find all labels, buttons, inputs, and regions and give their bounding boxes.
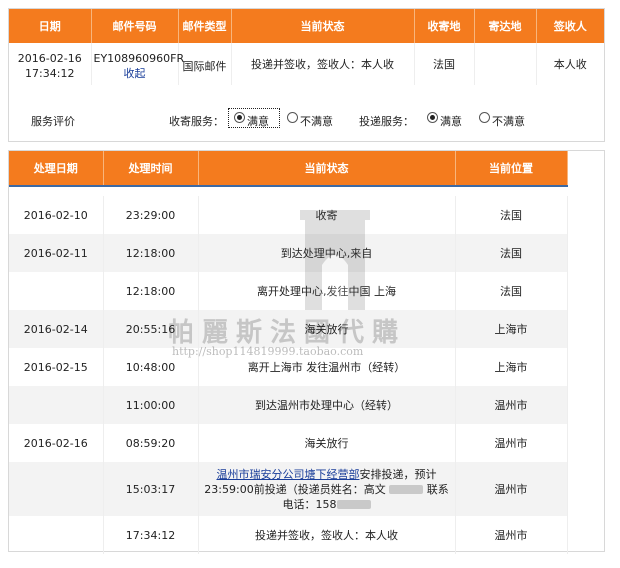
deliver-service-label: 投递服务：: [359, 115, 414, 128]
collect-unsatisfied-radio[interactable]: [287, 112, 298, 123]
redacted-phone: [336, 500, 371, 509]
header-current-location: 当前位置: [455, 151, 568, 187]
row-date: 2016-02-16: [9, 424, 104, 462]
header-date: 日期: [9, 9, 92, 43]
row-time: 12:18:00: [103, 272, 199, 310]
rating-label: 服务评价: [31, 115, 75, 128]
tracking-table: 处理日期 处理时间 当前状态 当前位置 2016-02-10 23:29:00 …: [9, 151, 604, 554]
header-signer: 签收人: [536, 9, 604, 43]
row-status: 投递并签收，签收人：本人收: [198, 516, 456, 554]
summary-mail-type: 国际邮件: [178, 43, 232, 85]
collect-service-label: 收寄服务：: [169, 115, 224, 128]
row-status: 离开处理中心,发往中国 上海: [198, 272, 456, 310]
row-location: 温州市: [455, 462, 568, 516]
header-process-date: 处理日期: [9, 151, 104, 187]
summary-signer: 本人收: [553, 57, 587, 71]
row-date: 2016-02-11: [9, 234, 104, 272]
summary-date: 2016-02-16 17:34:12: [9, 43, 92, 85]
tracking-row: 15:03:17 温州市瑞安分公司塘下经营部安排投递，预计23:59:00前投递…: [9, 462, 604, 516]
header-mail-type: 邮件类型: [178, 9, 232, 43]
row-location: 上海市: [455, 310, 568, 348]
row-time: 10:48:00: [103, 348, 199, 386]
collect-satisfied-label[interactable]: 满意: [247, 113, 269, 129]
row-location: 法国: [455, 272, 568, 310]
header-origin: 收寄地: [414, 9, 475, 43]
collapse-link[interactable]: 收起: [94, 66, 176, 81]
row-date: [9, 386, 104, 424]
tracking-row: 2016-02-16 08:59:20 海关放行 温州市: [9, 424, 604, 462]
header-process-time: 处理时间: [103, 151, 199, 187]
row-time: 23:29:00: [103, 196, 199, 234]
row-location: 温州市: [455, 386, 568, 424]
row-status: 到达处理中心,来自: [198, 234, 456, 272]
service-rating-row: 服务评价 收寄服务： 满意 不满意 投递服务： 满意 不满意: [9, 106, 604, 132]
mail-summary-table: 日期 邮件号码 邮件类型 当前状态 收寄地 寄达地 签收人 2016-02-16…: [9, 9, 604, 85]
summary-status: 投递并签收，签收人：本人收: [231, 43, 415, 85]
row-status: 温州市瑞安分公司塘下经营部安排投递，预计23:59:00前投递（投递员姓名：高文…: [198, 462, 456, 516]
header-status: 当前状态: [231, 9, 415, 43]
deliver-unsatisfied-radio[interactable]: [479, 112, 490, 123]
row-location: 法国: [455, 196, 568, 234]
row-time: 20:55:16: [103, 310, 199, 348]
summary-mail-no-cell: EY108960960FR 收起: [91, 43, 185, 85]
row-time: 17:34:12: [103, 516, 199, 554]
tracking-row: 12:18:00 离开处理中心,发往中国 上海 法国: [9, 272, 604, 310]
tracking-row: 11:00:00 到达温州市处理中心（经转） 温州市: [9, 386, 604, 424]
tracking-row: 2016-02-14 20:55:16 海关放行 上海市: [9, 310, 604, 348]
row-status: 海关放行: [198, 424, 456, 462]
tracking-row: 2016-02-15 10:48:00 离开上海市 发往温州市（经转） 上海市: [9, 348, 604, 386]
row-time: 15:03:17: [103, 462, 199, 516]
header-mail-no: 邮件号码: [91, 9, 179, 43]
row-date: 2016-02-15: [9, 348, 104, 386]
row-date: [9, 516, 104, 554]
deliver-satisfied-label[interactable]: 满意: [440, 113, 462, 129]
tracking-header-row: 处理日期 处理时间 当前状态 当前位置: [9, 151, 604, 187]
row-time: 12:18:00: [103, 234, 199, 272]
row-status: 到达温州市处理中心（经转）: [198, 386, 456, 424]
row-time: 08:59:20: [103, 424, 199, 462]
summary-destination: [474, 43, 537, 85]
collect-satisfied-radio[interactable]: [234, 112, 245, 123]
mail-summary-panel: 日期 邮件号码 邮件类型 当前状态 收寄地 寄达地 签收人 2016-02-16…: [8, 8, 605, 142]
tracking-panel: 处理日期 处理时间 当前状态 当前位置 2016-02-10 23:29:00 …: [8, 150, 605, 554]
row-location: 温州市: [455, 516, 568, 554]
deliver-satisfied-radio[interactable]: [427, 112, 438, 123]
summary-row: 2016-02-16 17:34:12 EY108960960FR 收起 国际邮…: [9, 43, 604, 85]
row-location: 上海市: [455, 348, 568, 386]
summary-origin: 法国: [414, 43, 475, 85]
row-status: 离开上海市 发往温州市（经转）: [198, 348, 456, 386]
row-date: [9, 462, 104, 516]
collect-unsatisfied-label[interactable]: 不满意: [300, 113, 333, 129]
row-time: 11:00:00: [103, 386, 199, 424]
mail-number: EY108960960FR: [93, 52, 185, 65]
summary-header-row: 日期 邮件号码 邮件类型 当前状态 收寄地 寄达地 签收人: [9, 9, 604, 43]
row-location: 温州市: [455, 424, 568, 462]
row-status: 收寄: [198, 196, 456, 234]
header-destination: 寄达地: [474, 9, 537, 43]
row-date: 2016-02-10: [9, 196, 104, 234]
row-date: 2016-02-14: [9, 310, 104, 348]
header-current-status: 当前状态: [198, 151, 456, 187]
tracking-row: 17:34:12 投递并签收，签收人：本人收 温州市: [9, 516, 604, 554]
row-date: [9, 272, 104, 310]
tracking-row: 2016-02-10 23:29:00 收寄 法国: [9, 196, 604, 234]
tracking-row: 2016-02-11 12:18:00 到达处理中心,来自 法国: [9, 234, 604, 272]
deliver-unsatisfied-label[interactable]: 不满意: [492, 113, 525, 129]
row-location: 法国: [455, 234, 568, 272]
row-status: 海关放行: [198, 310, 456, 348]
delivery-office-link[interactable]: 温州市瑞安分公司塘下经营部: [217, 468, 360, 481]
redacted-name: [389, 485, 424, 494]
header-spacer: [567, 151, 604, 186]
